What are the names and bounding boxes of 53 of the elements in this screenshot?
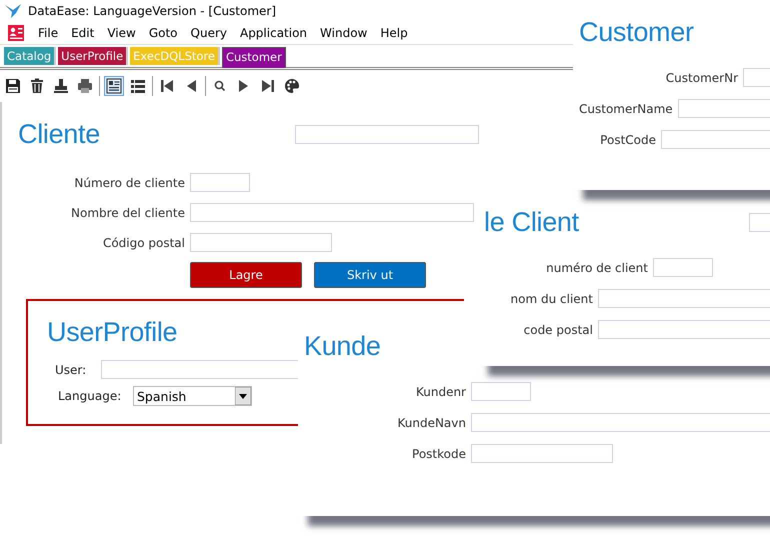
bird-logo-icon (4, 3, 22, 19)
dropdown-caret-icon[interactable] (235, 387, 251, 405)
input-field[interactable] (661, 130, 770, 149)
field-label: KundeNavn (396, 416, 466, 430)
menu-item[interactable]: Goto (142, 26, 185, 40)
menu-item[interactable]: Edit (65, 26, 102, 40)
form-title: Kunde (304, 330, 381, 362)
input-field[interactable] (190, 173, 250, 192)
action-button[interactable]: Skriv ut (314, 262, 426, 288)
input-field[interactable] (471, 413, 770, 432)
input-field[interactable] (653, 258, 713, 277)
header-input-field[interactable] (295, 124, 479, 144)
input-field[interactable] (598, 289, 770, 308)
field-label: Código postal (102, 236, 185, 250)
input-field[interactable] (471, 382, 531, 401)
field-label: Language: (57, 389, 122, 403)
field-label: numéro de client (545, 260, 648, 274)
field-label: CustomerName (579, 102, 673, 116)
tab[interactable]: Customer (222, 47, 286, 68)
form-document-icon[interactable] (8, 25, 24, 41)
field-label: Nombre del cliente (70, 206, 185, 220)
panel-title: UserProfile (47, 317, 178, 347)
input-field[interactable] (190, 233, 332, 252)
stamp-icon[interactable] (51, 76, 71, 96)
user-input-field[interactable] (101, 360, 301, 379)
language-dropdown[interactable]: Spanish (133, 386, 252, 406)
menu-item[interactable]: Query (184, 26, 234, 40)
input-field[interactable] (190, 203, 474, 222)
field-label: User: (54, 362, 88, 376)
form-title: le Client (484, 206, 579, 238)
save-icon[interactable] (3, 76, 23, 96)
menu-item[interactable]: Window (314, 26, 374, 40)
field-label: Kundenr (414, 384, 466, 398)
field-label: nom du client (510, 292, 593, 306)
field-label: code postal (522, 322, 593, 336)
form-icon[interactable] (104, 76, 124, 96)
menu-item[interactable]: File (32, 26, 66, 40)
field-label: Número de cliente (73, 176, 185, 190)
field-label: CustomerNr (664, 70, 738, 84)
form-title: Cliente (18, 118, 100, 150)
field-label: PostCode (599, 132, 656, 146)
menu-item[interactable]: Application (234, 26, 314, 40)
print-icon[interactable] (75, 76, 95, 96)
field-label: Postkode (411, 446, 466, 460)
window-title: DataEase: LanguageVersion - [Customer] (28, 4, 276, 18)
input-field[interactable] (471, 444, 613, 463)
input-field[interactable] (598, 320, 770, 339)
action-button[interactable]: Lagre (190, 262, 302, 288)
menu-item[interactable]: View (101, 26, 143, 40)
palette-icon[interactable] (282, 76, 302, 96)
tab[interactable]: UserProfile (58, 47, 128, 65)
form-title: Customer (579, 16, 694, 48)
menu-item[interactable]: Help (374, 26, 415, 40)
